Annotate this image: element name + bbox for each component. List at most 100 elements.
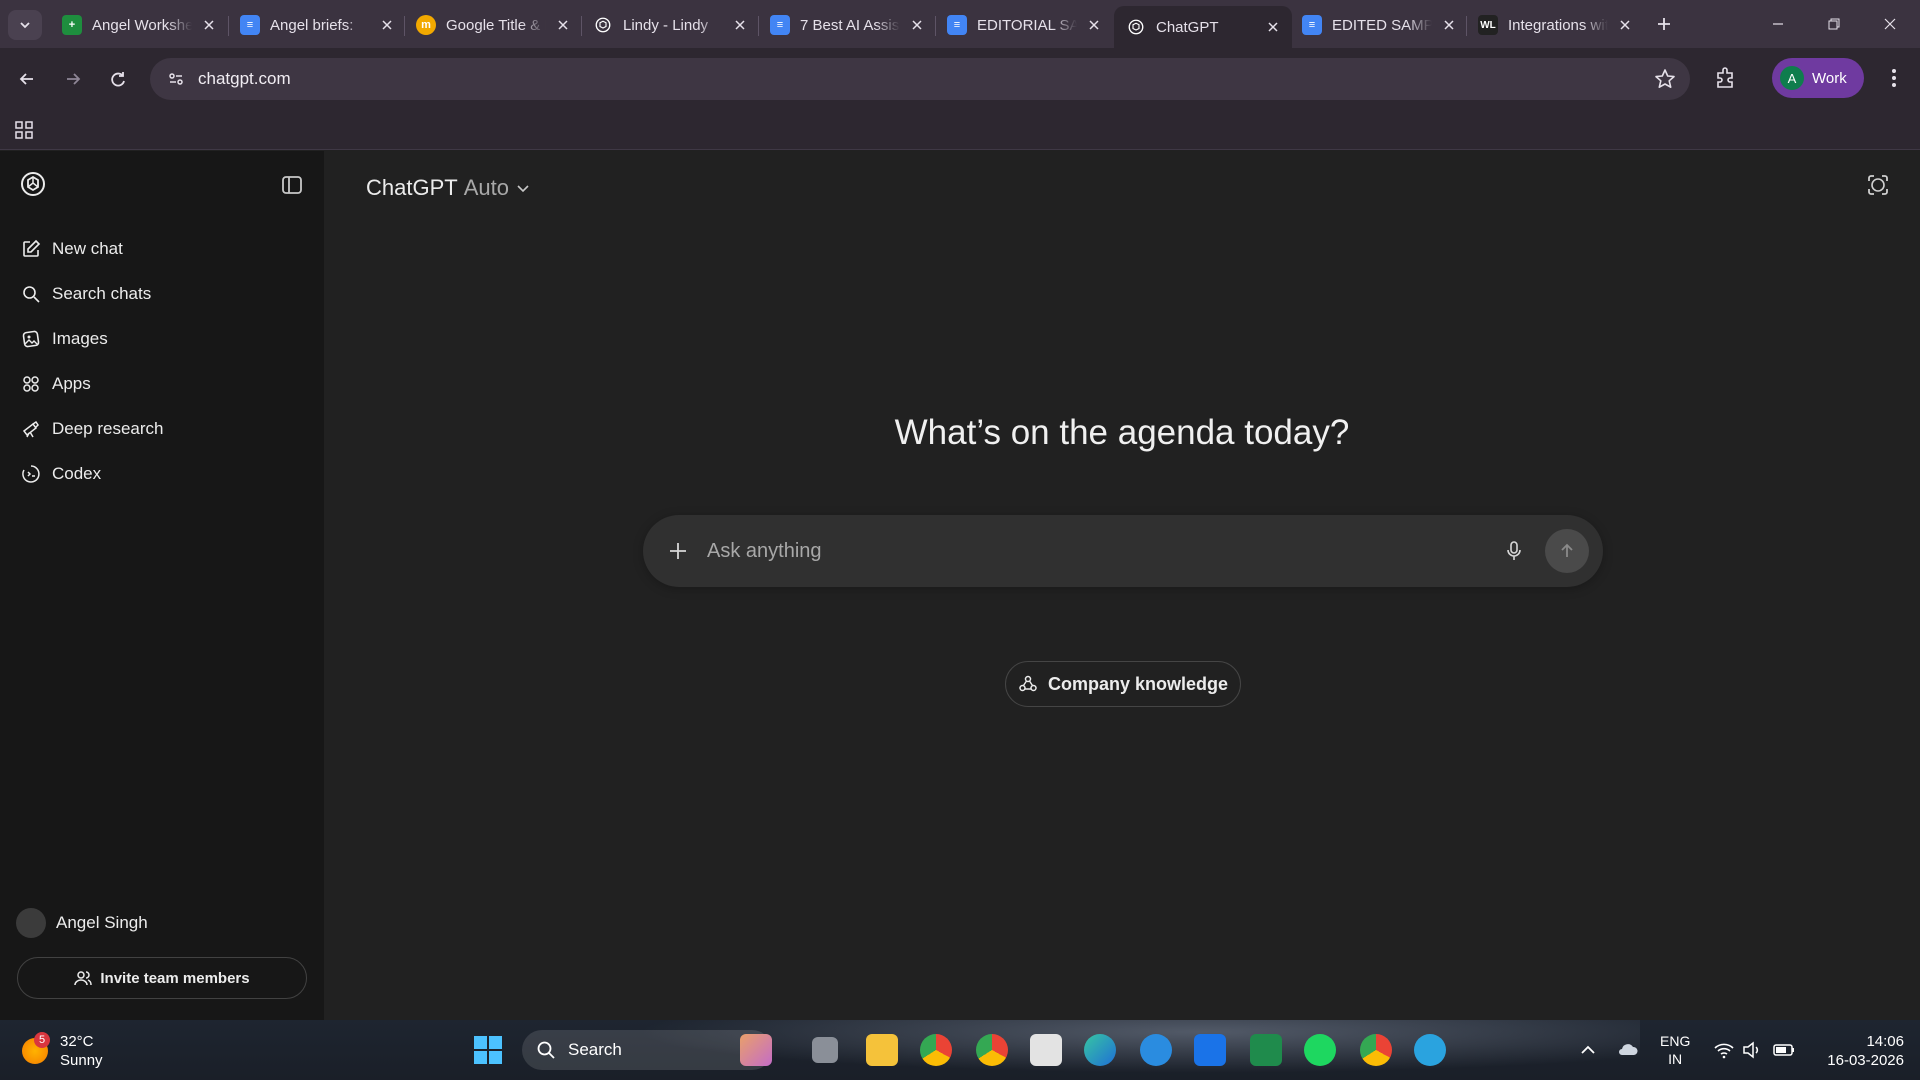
apps-icon [20,373,42,395]
close-icon[interactable] [200,16,218,34]
address-bar[interactable]: chatgpt.com [150,58,1690,100]
people-icon [74,971,93,986]
codex-icon [20,463,42,485]
close-icon[interactable] [908,16,926,34]
extensions-icon[interactable] [1712,64,1740,92]
model-selector[interactable]: ChatGPT Auto [366,171,531,205]
docs-icon: ≡ [240,15,260,35]
weather-widget[interactable]: 5 32°C Sunny [22,1032,103,1070]
temporary-chat-icon[interactable] [1864,171,1892,199]
onedrive-icon[interactable] [1616,1038,1640,1062]
store-icon[interactable] [1030,1034,1062,1066]
restore-icon [1828,18,1840,30]
compose-icon [20,238,42,260]
avatar [16,908,46,938]
task-view-icon[interactable] [812,1037,838,1063]
chrome-second-icon[interactable] [1360,1034,1392,1066]
taskbar-search[interactable]: Search [522,1030,772,1070]
close-icon[interactable] [731,16,749,34]
tab-search-button[interactable] [8,10,42,40]
sidebar-item-images[interactable]: Images [10,319,314,359]
send-button[interactable] [1545,529,1589,573]
plus-icon[interactable] [665,538,691,564]
battery-icon[interactable] [1772,1038,1796,1062]
star-icon[interactable] [1654,68,1676,90]
chevron-up-icon[interactable] [1576,1038,1600,1062]
avatar: A [1780,66,1804,90]
close-icon[interactable] [1616,16,1634,34]
close-window-button[interactable] [1876,10,1904,38]
close-icon [1884,18,1896,30]
user-profile[interactable]: Angel Singh [16,905,148,941]
windows-start-icon[interactable] [472,1034,504,1066]
file-explorer-icon[interactable] [866,1034,898,1066]
sidebar-item-label: New chat [52,239,123,258]
arrow-up-icon [1561,543,1573,557]
knowledge-icon [1019,675,1037,692]
close-icon[interactable] [554,16,572,34]
arrow-right-icon [67,73,81,85]
tab-best-ai[interactable]: ≡ 7 Best AI Assistants [758,6,936,44]
tab-editorial-sample[interactable]: ≡ EDITORIAL SAMPLE [935,6,1113,44]
spotify-icon[interactable] [1304,1034,1336,1066]
close-icon[interactable] [1085,16,1103,34]
tab-title: Integrations with [1508,16,1608,34]
sidebar-item-search-chats[interactable]: Search chats [10,274,314,314]
sidebar-toggle-icon[interactable] [278,171,306,199]
close-icon[interactable] [378,16,396,34]
system-clock[interactable]: 14:06 16-03-2026 [1814,1032,1904,1070]
restore-button[interactable] [1820,10,1848,38]
edge-icon[interactable] [1084,1034,1116,1066]
outlook-icon[interactable] [1194,1034,1226,1066]
tab-chatgpt[interactable]: ChatGPT [1114,6,1292,48]
telegram-icon[interactable] [1414,1034,1446,1066]
tab-title: Angel briefs: [270,16,354,34]
reload-button[interactable] [103,64,133,94]
apps-grid-icon[interactable] [12,118,36,142]
sidebar-item-new-chat[interactable]: New chat [10,229,314,269]
volume-icon[interactable] [1740,1038,1764,1062]
tab-edited-sample[interactable]: ≡ EDITED SAMPLE [1290,6,1468,44]
wifi-icon[interactable] [1712,1038,1736,1062]
region-code: IN [1668,1051,1683,1067]
sidebar-item-label: Search chats [52,284,152,303]
tab-angel-briefs[interactable]: ≡ Angel briefs: [228,6,406,44]
tab-lindy[interactable]: Lindy - Lindy [581,6,759,44]
minimize-button[interactable] [1764,10,1792,38]
sidebar-item-apps[interactable]: Apps [10,364,314,404]
reload-icon [111,72,125,87]
minimize-icon [1773,23,1783,25]
microphone-icon[interactable] [1501,538,1527,564]
excel-icon[interactable] [1250,1034,1282,1066]
openai-logo-icon[interactable] [18,169,48,199]
clock-date: 16-03-2026 [1827,1052,1904,1069]
tab-angel-worksheet[interactable]: + Angel Worksheet [50,6,228,44]
tab-google-title[interactable]: m Google Title & Meta [404,6,582,44]
chrome-icon[interactable] [920,1034,952,1066]
openai-icon [1126,17,1146,37]
invite-team-button[interactable]: Invite team members [17,957,307,999]
close-icon[interactable] [1440,16,1458,34]
company-knowledge-button[interactable]: Company knowledge [1005,661,1241,707]
language-indicator[interactable]: ENG IN [1660,1032,1690,1068]
sidebar-item-codex[interactable]: Codex [10,454,314,494]
help-icon[interactable] [1140,1034,1172,1066]
forward-button[interactable] [58,64,88,94]
site-info-icon[interactable] [162,65,190,93]
more-vertical-icon[interactable] [1880,64,1908,92]
chrome-profile-icon[interactable] [976,1034,1008,1066]
profile-button[interactable]: A Work [1772,58,1864,98]
sun-icon: 5 [22,1032,50,1064]
back-button[interactable] [12,64,42,94]
arrow-left-icon [19,73,33,85]
sidebar-item-label: Deep research [52,419,164,438]
model-mode: Auto [463,175,509,200]
close-icon[interactable] [1264,18,1282,36]
new-tab-button[interactable] [1652,12,1676,36]
browser-tabstrip: + Angel Worksheet ≡ Angel briefs: m Goog… [0,0,1920,48]
sidebar-item-deep-research[interactable]: Deep research [10,409,314,449]
tab-integrations[interactable]: WL Integrations with [1466,6,1644,44]
sidebar: New chat Search chats Images Apps Deep r… [0,151,324,1020]
prompt-input[interactable] [707,539,1501,563]
widget-icon[interactable] [740,1034,772,1066]
